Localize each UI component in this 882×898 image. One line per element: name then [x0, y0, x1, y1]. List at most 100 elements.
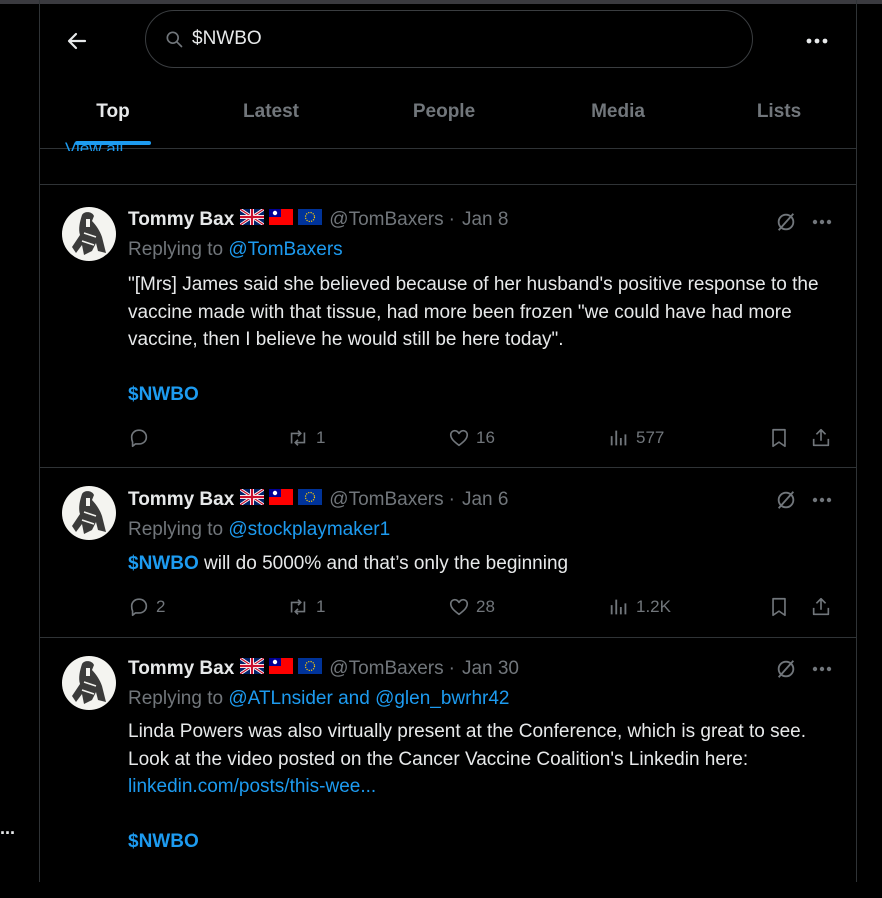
more-options-icon[interactable]	[808, 487, 836, 513]
grok-icon[interactable]	[773, 209, 799, 235]
repost-icon	[290, 430, 306, 446]
tab-people[interactable]: People	[398, 78, 490, 146]
taiwan-flag-icon	[269, 209, 294, 231]
display-name[interactable]: Tommy Bax	[128, 658, 234, 680]
sidebar-more-dots[interactable]: ...	[0, 818, 15, 839]
tweet-actions: 1 16 577	[128, 425, 838, 451]
replying-prefix: Replying to	[128, 239, 229, 260]
separator-dot: ·	[448, 489, 455, 510]
tweet-date[interactable]: Jan 30	[462, 658, 519, 680]
tweet-2[interactable]: Tommy Bax @TomBaxers · Jan 6 Replying to…	[40, 468, 856, 638]
eu-flag-icon	[298, 658, 323, 680]
eu-flag-icon	[298, 209, 323, 231]
taiwan-flag-icon	[269, 658, 294, 680]
more-options-icon[interactable]	[808, 209, 836, 235]
more-options-icon[interactable]	[808, 656, 836, 682]
handle[interactable]: @TomBaxers	[329, 209, 443, 231]
tweet-date[interactable]: Jan 6	[462, 489, 508, 511]
avatar[interactable]	[62, 656, 116, 710]
avatar[interactable]	[62, 486, 116, 540]
back-arrow-icon	[67, 32, 87, 50]
share-button[interactable]	[810, 425, 832, 451]
repost-button[interactable]: 1	[286, 425, 325, 451]
tweet-1[interactable]: Tommy Bax @TomBaxers · Jan 8 Replying to…	[40, 185, 856, 468]
cashtag-link[interactable]: $NWBO	[128, 553, 199, 574]
tab-media[interactable]: Media	[578, 78, 658, 146]
reply-button[interactable]	[128, 425, 156, 451]
reply-mention-link[interactable]: @stockplaymaker1	[228, 519, 390, 540]
replying-to: Replying to @TomBaxers	[128, 239, 343, 261]
reply-mention-link[interactable]: @TomBaxers	[228, 239, 342, 260]
analytics-icon	[610, 599, 627, 615]
tweet-header: Tommy Bax @TomBaxers · Jan 6	[128, 487, 508, 513]
replying-to: Replying to @stockplaymaker1	[128, 519, 390, 541]
tweet-text: Linda Powers was also virtually present …	[128, 718, 838, 855]
replying-prefix: Replying to	[128, 688, 229, 709]
taiwan-flag-icon	[269, 489, 294, 511]
cashtag-link[interactable]: $NWBO	[128, 831, 199, 852]
tab-top[interactable]: Top	[75, 78, 151, 146]
replying-to: Replying to @ATLnsider and @glen_bwrhr42	[128, 688, 510, 710]
views-button[interactable]: 1.2K	[608, 594, 671, 620]
tweet-body: Linda Powers was also virtually present …	[128, 721, 807, 770]
like-button[interactable]: 28	[448, 594, 495, 620]
bookmark-button[interactable]	[768, 425, 790, 451]
search-tabs: Top Latest People Media Lists	[40, 78, 856, 146]
search-box[interactable]: $NWBO	[145, 10, 753, 68]
tweet-date[interactable]: Jan 8	[462, 209, 508, 231]
separator-dot: ·	[448, 658, 455, 679]
section-separator	[40, 148, 856, 185]
like-count: 16	[476, 428, 495, 447]
replying-prefix: Replying to	[128, 519, 229, 540]
bookmark-icon	[772, 597, 786, 617]
reply-count: 2	[156, 597, 166, 616]
share-icon	[812, 428, 830, 447]
like-button[interactable]: 16	[448, 425, 495, 451]
cashtag-link[interactable]: $NWBO	[128, 384, 199, 405]
avatar[interactable]	[62, 207, 116, 261]
handle[interactable]: @TomBaxers	[329, 658, 443, 680]
back-button[interactable]	[62, 26, 92, 56]
view-all-link[interactable]: View all	[65, 137, 123, 151]
handle[interactable]: @TomBaxers	[329, 489, 443, 511]
grok-icon[interactable]	[773, 487, 799, 513]
bookmark-icon	[772, 428, 786, 448]
more-options-button[interactable]	[800, 26, 834, 56]
search-icon	[166, 31, 183, 48]
more-dots-icon	[806, 38, 828, 44]
tweet-header: Tommy Bax @TomBaxers · Jan 30	[128, 656, 519, 682]
repost-button[interactable]: 1	[286, 594, 325, 620]
linkedin-link[interactable]: linkedin.com/posts/this-wee...	[128, 776, 376, 797]
grok-icon[interactable]	[773, 656, 799, 682]
reply-button[interactable]: 2	[128, 594, 165, 620]
bookmark-button[interactable]	[768, 594, 790, 620]
tab-lists[interactable]: Lists	[748, 78, 810, 146]
tweet-body: will do 5000% and that’s only the beginn…	[198, 553, 569, 574]
tab-latest[interactable]: Latest	[230, 78, 312, 146]
views-button[interactable]: 577	[608, 425, 664, 451]
view-count: 577	[636, 428, 665, 447]
analytics-icon	[610, 430, 627, 446]
search-header: $NWBO Top Latest People Media Lists View…	[40, 4, 856, 151]
uk-flag-icon	[239, 207, 266, 231]
repost-icon	[290, 599, 306, 615]
tweet-body: "[Mrs] James said she believed because o…	[128, 274, 819, 350]
separator-dot: ·	[448, 209, 455, 230]
tweet-header: Tommy Bax @TomBaxers · Jan 8	[128, 207, 508, 233]
uk-flag-icon	[239, 487, 266, 511]
display-name[interactable]: Tommy Bax	[128, 489, 234, 511]
eu-flag-icon	[298, 489, 323, 511]
repost-count: 1	[316, 597, 326, 616]
share-button[interactable]	[810, 594, 832, 620]
main-column: Tommy Bax @TomBaxers · Jan 8 Replying to…	[39, 0, 857, 882]
display-name[interactable]: Tommy Bax	[128, 209, 234, 231]
reply-icon	[130, 429, 148, 448]
reply-mention-link[interactable]: @ATLnsider and @glen_bwrhr42	[228, 688, 509, 709]
heart-icon	[449, 598, 469, 616]
search-input[interactable]: $NWBO	[192, 28, 262, 50]
view-count: 1.2K	[636, 597, 671, 616]
tweet-text: "[Mrs] James said she believed because o…	[128, 271, 838, 408]
tweet-3[interactable]: Tommy Bax @TomBaxers · Jan 30 Replying t…	[40, 638, 856, 898]
share-icon	[812, 597, 830, 616]
reply-icon	[130, 598, 148, 617]
